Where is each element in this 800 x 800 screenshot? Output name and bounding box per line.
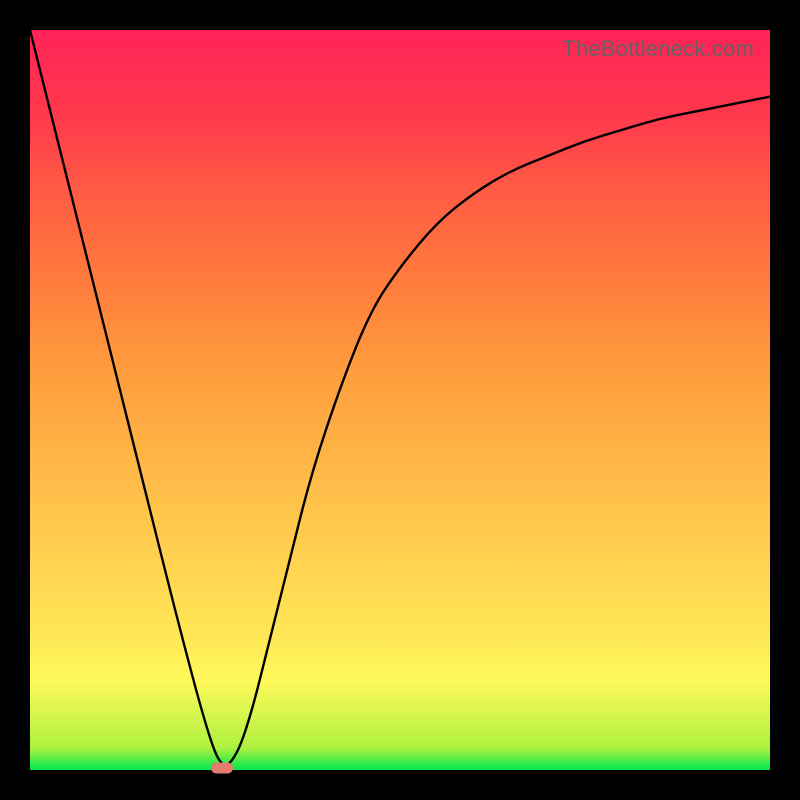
chart-frame: TheBottleneck.com xyxy=(0,0,800,800)
plot-area: TheBottleneck.com xyxy=(30,30,770,770)
bottleneck-curve xyxy=(30,30,770,770)
optimal-marker xyxy=(211,763,233,774)
curve-path xyxy=(30,30,770,765)
